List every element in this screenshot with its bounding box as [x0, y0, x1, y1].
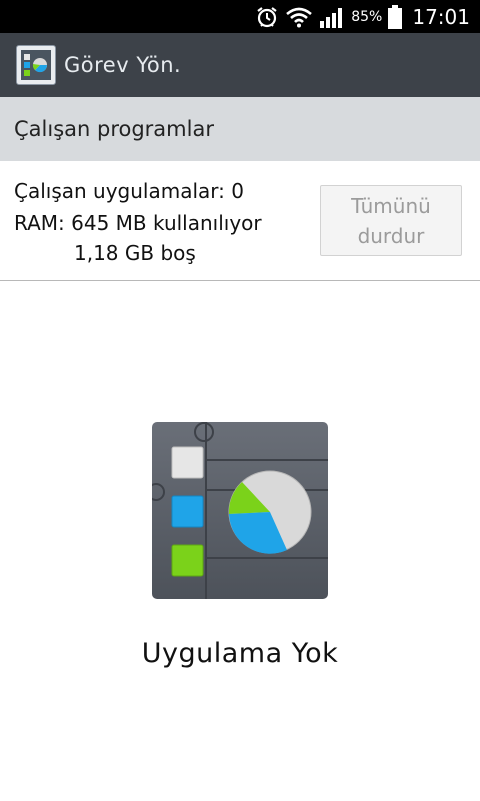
alarm-icon	[255, 5, 279, 29]
clock: 17:01	[412, 4, 470, 29]
battery-percent: 85%	[351, 8, 383, 25]
memory-info-panel: Çalışan uygulamalar: 0 RAM: 645 MB kulla…	[0, 161, 480, 281]
task-manager-illustration-icon	[147, 422, 328, 599]
stop-all-button[interactable]: Tümünü durdur	[320, 185, 462, 256]
app-title: Görev Yön.	[64, 53, 182, 77]
section-title: Çalışan programlar	[14, 117, 214, 141]
battery-icon	[388, 4, 403, 29]
running-apps-count: Çalışan uygulamalar: 0	[14, 179, 244, 203]
empty-state-message: Uygulama Yok	[141, 638, 339, 669]
signal-icon	[319, 6, 345, 28]
ram-free: 1,18 GB boş	[74, 241, 196, 265]
stop-all-label-line1: Tümünü	[351, 193, 431, 218]
section-header: Çalışan programlar	[0, 97, 480, 161]
wifi-icon	[285, 6, 313, 28]
task-manager-icon[interactable]	[16, 45, 56, 85]
status-bar: 85% 17:01	[0, 0, 480, 33]
stop-all-label-line2: durdur	[357, 223, 425, 248]
ram-used: RAM: 645 MB kullanılıyor	[14, 211, 262, 235]
app-bar: Görev Yön.	[0, 33, 480, 97]
